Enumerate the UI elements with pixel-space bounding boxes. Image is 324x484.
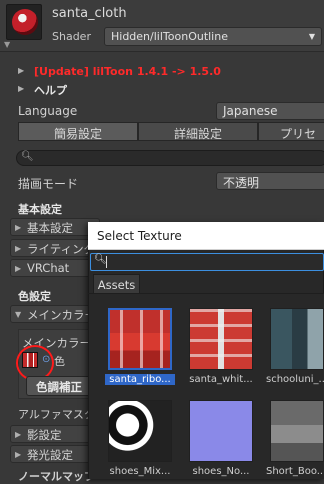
foldout-vrchat[interactable]: ▶ VRChat xyxy=(10,259,100,277)
tab-assets[interactable]: Assets xyxy=(93,274,140,293)
foldout-label: 影設定 xyxy=(27,428,62,442)
foldout-label: 発光設定 xyxy=(27,448,73,462)
texture-thumbnail[interactable] xyxy=(108,400,172,462)
help-foldout[interactable]: ヘルプ xyxy=(34,82,67,98)
foldout-label: VRChat xyxy=(27,261,70,275)
color-settings-title: 色設定 xyxy=(18,290,51,303)
foldout-shadow[interactable]: ▶ 影設定 xyxy=(10,425,100,443)
foldout-arrow-icon: ▼ xyxy=(15,310,22,319)
render-mode-label: 描画モード xyxy=(18,177,79,191)
search-icon: 🔍︎ xyxy=(21,151,34,162)
language-dropdown[interactable]: Japanese xyxy=(216,102,324,120)
texture-thumbnail[interactable] xyxy=(270,308,324,370)
foldout-arrow-icon[interactable]: ▶ xyxy=(18,66,24,75)
material-preview-icon xyxy=(6,4,42,40)
texture-thumbnail[interactable] xyxy=(189,400,253,462)
material-name: santa_cloth xyxy=(52,6,127,21)
texture-thumbnail[interactable] xyxy=(270,400,324,462)
texture-label: santa_ribo... xyxy=(105,374,175,385)
texture-label: santa_whit... xyxy=(189,374,253,385)
normal-map-label: ノーマルマップ xyxy=(18,470,95,483)
texture-thumbnail[interactable] xyxy=(189,308,253,370)
language-label: Language xyxy=(18,104,78,118)
tab-detail-settings[interactable]: 詳細設定 xyxy=(138,122,258,141)
render-mode-dropdown[interactable]: 不透明 xyxy=(216,172,324,190)
foldout-emission[interactable]: ▶ 発光設定 xyxy=(10,445,100,463)
foldout-label: 基本設定 xyxy=(27,221,73,235)
update-notice[interactable]: [Update] lilToon 1.4.1 -> 1.5.0 xyxy=(34,65,221,78)
tab-presets[interactable]: プリセ xyxy=(258,122,324,141)
collapse-arrow-icon[interactable]: ▼ xyxy=(4,40,10,49)
shader-label: Shader xyxy=(52,30,91,43)
chevron-down-icon: ▼ xyxy=(308,32,315,41)
shader-dropdown[interactable]: Hidden/lilToonOutline ▼ xyxy=(104,27,322,46)
foldout-arrow-icon: ▶ xyxy=(15,244,22,253)
tone-correction-button[interactable]: 色調補正 xyxy=(26,376,92,396)
texture-label: shoes_No... xyxy=(192,466,250,477)
dialog-title: Select Texture xyxy=(97,229,182,243)
foldout-arrow-icon: ▶ xyxy=(15,450,22,459)
foldout-arrow-icon[interactable]: ▶ xyxy=(18,84,24,93)
color-label: 色 xyxy=(54,355,65,368)
tab-simple-settings[interactable]: 簡易設定 xyxy=(18,122,138,141)
inspector-search-input[interactable]: 🔍︎ xyxy=(16,150,324,166)
texture-thumbnail[interactable] xyxy=(108,308,172,370)
foldout-lighting[interactable]: ▶ ライティング・ xyxy=(10,239,107,257)
foldout-arrow-icon: ▶ xyxy=(15,264,22,273)
foldout-arrow-icon: ▶ xyxy=(15,223,22,232)
text-caret xyxy=(106,256,107,268)
shader-value: Hidden/lilToonOutline xyxy=(111,30,228,43)
texture-label: Short_Boo... xyxy=(266,466,324,477)
texture-label: schooluni_... xyxy=(266,374,324,385)
texture-label: shoes_Mix... xyxy=(109,466,171,477)
search-icon: 🔍︎ xyxy=(94,254,107,265)
foldout-arrow-icon: ▶ xyxy=(15,430,22,439)
basic-settings-title: 基本設定 xyxy=(18,203,62,216)
foldout-basic-settings[interactable]: ▶ 基本設定 xyxy=(10,218,100,236)
texture-search-input[interactable]: 🔍︎ xyxy=(90,253,324,271)
foldout-main-color[interactable]: ▼ メインカラー / xyxy=(10,305,104,323)
